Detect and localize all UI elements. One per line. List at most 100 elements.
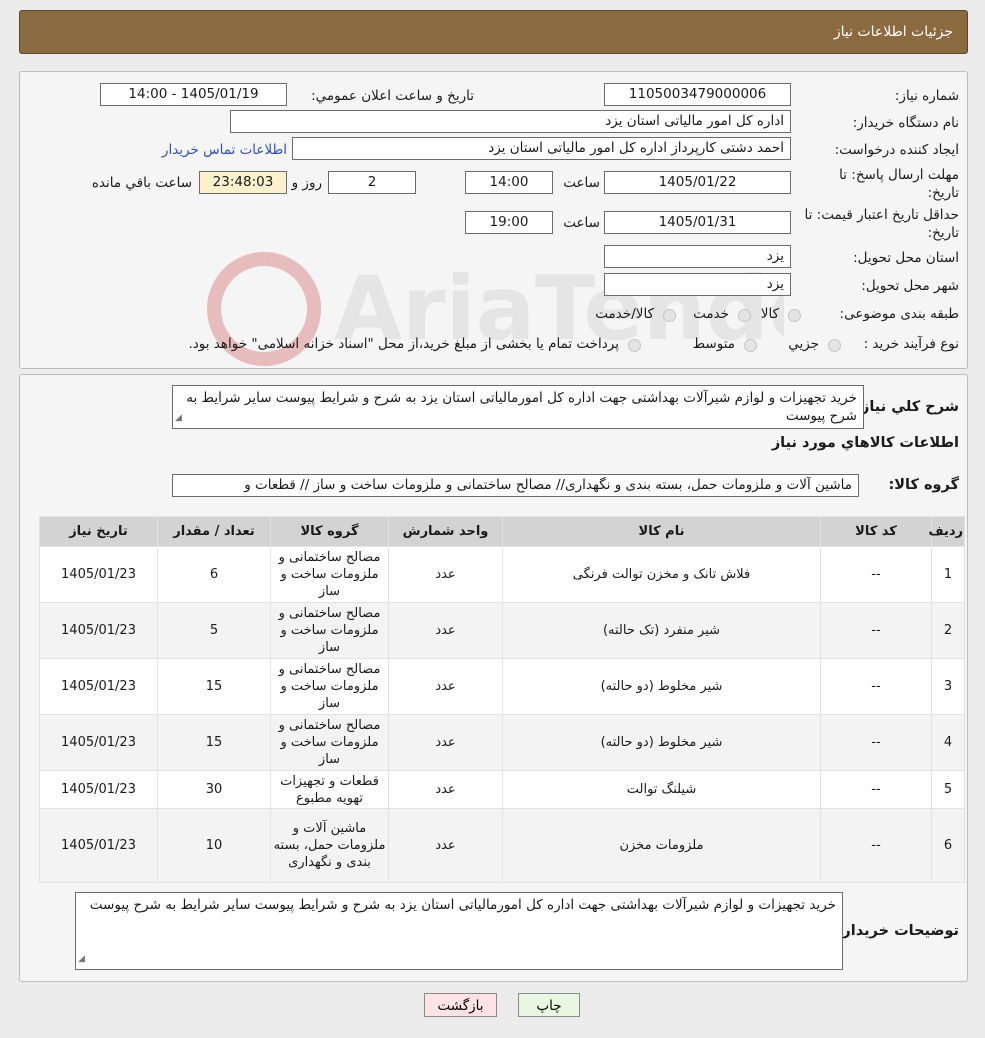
- category-label: طبقه بندی موضوعی:: [839, 306, 959, 322]
- buyer-notes-label: توضيحات خريدار:: [836, 923, 959, 939]
- days-field: 2: [328, 171, 416, 194]
- cell-item-code: --: [820, 602, 932, 659]
- need-number-field: 1105003479000006: [604, 83, 791, 106]
- reply-deadline-label: مهلت ارسال پاسخ: تا تاريخ:: [839, 167, 959, 201]
- page-title: جزئیات اطلاعات نیاز: [833, 24, 953, 40]
- description-label: شرح کلي نياز:: [855, 399, 959, 415]
- cell-need-date: 1405/01/23: [39, 770, 158, 809]
- col-header-row-number: رديف: [928, 516, 965, 547]
- cell-quantity: 15: [157, 658, 271, 715]
- cell-unit: عدد: [388, 770, 503, 809]
- cell-item-code: --: [820, 546, 932, 603]
- cell-need-date: 1405/01/23: [39, 546, 158, 603]
- cell-row-number: 5: [931, 770, 965, 809]
- requester-field: احمد دشتی کارپرداز اداره کل امور مالیاتی…: [292, 137, 791, 160]
- cell-item-name: فلاش تانک و مخزن توالت فرنگی: [502, 546, 821, 603]
- category-radio-goods[interactable]: [788, 309, 801, 322]
- cell-item-group: مصالح ساختمانی و ملزومات ساخت و ساز: [270, 546, 389, 603]
- process-option-medium: متوسط: [692, 336, 735, 352]
- print-button[interactable]: چاپ: [518, 993, 580, 1017]
- cell-item-group: مصالح ساختمانی و ملزومات ساخت و ساز: [270, 602, 389, 659]
- back-button[interactable]: بازگشت: [424, 993, 497, 1017]
- cell-item-name: شیر مخلوط (دو حالته): [502, 714, 821, 771]
- description-textarea[interactable]: خرید تجهیزات و لوازم شیرآلات بهداشتی جهت…: [172, 385, 864, 429]
- cell-row-number: 4: [931, 714, 965, 771]
- goods-group-label: گروه کالا:: [888, 477, 959, 493]
- buyer-notes-text: خرید تجهیزات و لوازم شیرآلات بهداشتی جهت…: [89, 897, 836, 913]
- resize-grip-icon[interactable]: ◢: [175, 409, 182, 427]
- price-validity-label: حداقل تاريخ اعتبار قيمت: تا تاريخ:: [804, 207, 959, 241]
- announce-label: تاریخ و ساعت اعلان عمومي:: [311, 88, 474, 104]
- cell-item-code: --: [820, 714, 932, 771]
- cell-unit: عدد: [388, 808, 503, 883]
- remaining-time-label: ساعت باقي مانده: [91, 175, 192, 191]
- cell-unit: عدد: [388, 546, 503, 603]
- col-header-item-code: کد کالا: [820, 516, 932, 547]
- reply-date-field: 1405/01/22: [604, 171, 791, 194]
- validity-time-label: ساعت: [563, 215, 600, 231]
- announce-field: 1405/01/19 - 14:00: [100, 83, 287, 106]
- col-header-item-group: گروه کالا: [270, 516, 389, 547]
- buyer-org-label: نام دستگاه خريدار:: [852, 115, 959, 131]
- cell-item-code: --: [820, 658, 932, 715]
- province-label: استان محل تحويل:: [853, 250, 959, 266]
- tender-info-panel: AriaTender.neT شماره نیاز: 1105003479000…: [19, 71, 968, 369]
- resize-grip-icon[interactable]: ◢: [78, 950, 85, 968]
- cell-unit: عدد: [388, 714, 503, 771]
- buyer-org-field: اداره کل امور مالياتی استان یزد: [230, 110, 791, 133]
- table-row: 6 -- ملزومات مخزن عدد ماشین آلات و ملزوم…: [39, 808, 965, 883]
- buyer-notes-textarea[interactable]: خرید تجهیزات و لوازم شیرآلات بهداشتی جهت…: [75, 892, 843, 970]
- treasury-checkbox[interactable]: [628, 339, 641, 352]
- need-details-panel: شرح کلي نياز: خرید تجهیزات و لوازم شیرآل…: [19, 374, 968, 982]
- category-option-goods-service: کالا/خدمت: [595, 306, 654, 322]
- category-radio-service[interactable]: [738, 309, 751, 322]
- description-text: خرید تجهیزات و لوازم شیرآلات بهداشتی جهت…: [186, 390, 857, 424]
- process-radio-minor[interactable]: [828, 339, 841, 352]
- cell-quantity: 10: [157, 808, 271, 883]
- cell-item-name: شیلنگ توالت: [502, 770, 821, 809]
- validity-date-field: 1405/01/31: [604, 211, 791, 234]
- city-field: یزد: [604, 273, 791, 296]
- reply-time-field: 14:00: [465, 171, 553, 194]
- cell-quantity: 15: [157, 714, 271, 771]
- buyer-contact-link[interactable]: اطلاعات تماس خريدار: [162, 142, 287, 158]
- page-header: جزئیات اطلاعات نیاز: [19, 10, 968, 54]
- table-row: 5 -- شیلنگ توالت عدد قطعات و تجهیزات تهو…: [39, 770, 965, 809]
- cell-item-group: قطعات و تجهیزات تهویه مطبوع: [270, 770, 389, 809]
- process-option-minor: جزيي: [788, 336, 819, 352]
- need-number-label: شماره نیاز:: [894, 88, 959, 104]
- table-header-row: رديف کد کالا نام کالا واحد شمارش گروه کا…: [39, 516, 965, 547]
- requester-label: ايجاد کننده درخواست:: [834, 142, 959, 158]
- category-option-service: خدمت: [693, 306, 729, 322]
- goods-info-title: اطلاعات کالاهاي مورد نياز: [771, 435, 959, 451]
- col-header-quantity: تعداد / مقدار: [157, 516, 271, 547]
- col-header-unit: واحد شمارش: [388, 516, 503, 547]
- table-row: 4 -- شیر مخلوط (دو حالته) عدد مصالح ساخت…: [39, 714, 965, 771]
- cell-need-date: 1405/01/23: [39, 808, 158, 883]
- table-row: 1 -- فلاش تانک و مخزن توالت فرنگی عدد مص…: [39, 546, 965, 603]
- cell-quantity: 30: [157, 770, 271, 809]
- cell-item-name: ملزومات مخزن: [502, 808, 821, 883]
- reply-time-label: ساعت: [563, 175, 600, 191]
- cell-quantity: 5: [157, 602, 271, 659]
- goods-table: رديف کد کالا نام کالا واحد شمارش گروه کا…: [39, 516, 965, 883]
- province-field: یزد: [604, 245, 791, 268]
- payment-note: پرداخت تمام يا بخشی از مبلغ خريد،از محل …: [188, 336, 619, 352]
- cell-item-code: --: [820, 808, 932, 883]
- city-label: شهر محل تحويل:: [861, 278, 959, 294]
- cell-need-date: 1405/01/23: [39, 658, 158, 715]
- cell-need-date: 1405/01/23: [39, 714, 158, 771]
- cell-item-code: --: [820, 770, 932, 809]
- table-row: 2 -- شیر منفرد (تک حالته) عدد مصالح ساخت…: [39, 602, 965, 659]
- col-header-need-date: تاریخ نیاز: [39, 516, 158, 547]
- col-header-item-name: نام کالا: [502, 516, 821, 547]
- days-label: روز و: [291, 175, 322, 191]
- cell-quantity: 6: [157, 546, 271, 603]
- process-label: نوع فرآيند خريد :: [863, 336, 959, 352]
- cell-item-name: شیر مخلوط (دو حالته): [502, 658, 821, 715]
- process-radio-medium[interactable]: [744, 339, 757, 352]
- cell-row-number: 1: [931, 546, 965, 603]
- category-radio-goods-service[interactable]: [663, 309, 676, 322]
- remaining-time-field: 23:48:03: [199, 171, 287, 194]
- validity-time-field: 19:00: [465, 211, 553, 234]
